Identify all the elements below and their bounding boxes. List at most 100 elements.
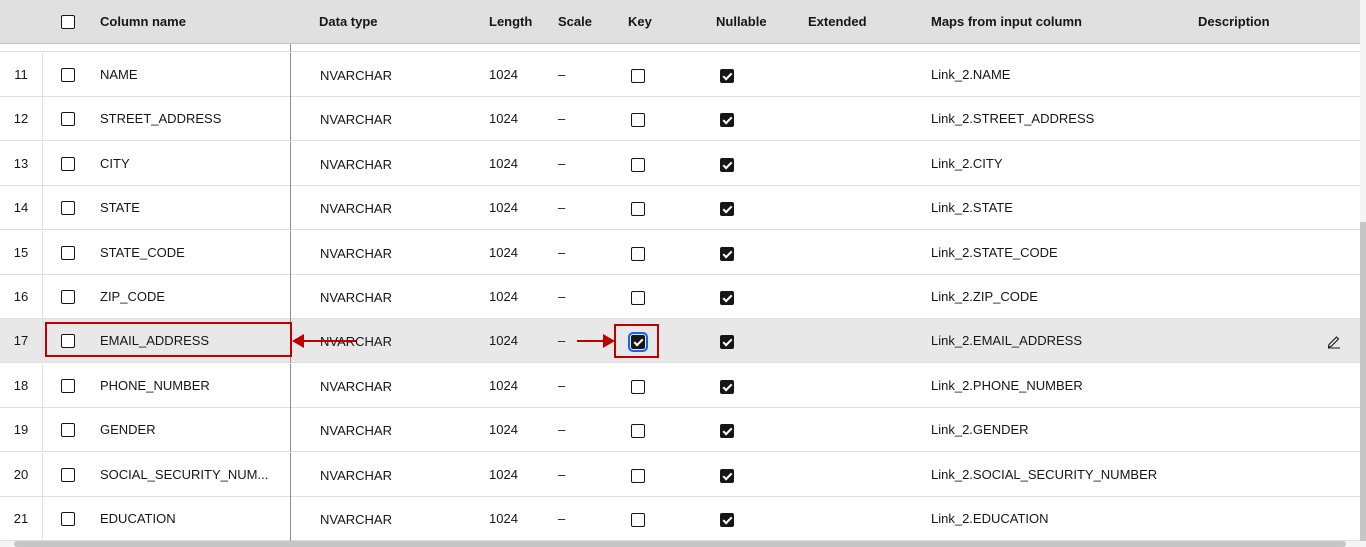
column-divider[interactable]	[290, 364, 291, 408]
length-cell[interactable]: 1024	[489, 53, 518, 97]
key-checkbox[interactable]	[631, 247, 645, 261]
data-type-cell[interactable]: NVARCHAR	[320, 320, 392, 364]
column-divider[interactable]	[290, 231, 291, 275]
table-row[interactable]: 11 NAME NVARCHAR 1024 – Link_2.NAME	[0, 53, 1360, 97]
column-divider[interactable]	[290, 44, 291, 52]
maps-from-cell[interactable]: Link_2.STATE	[931, 186, 1013, 230]
column-name-cell[interactable]: EMAIL_ADDRESS	[100, 319, 209, 363]
maps-from-cell[interactable]: Link_2.EMAIL_ADDRESS	[931, 319, 1082, 363]
scale-cell[interactable]: –	[558, 231, 565, 275]
column-name-cell[interactable]: GENDER	[100, 408, 156, 452]
key-checkbox[interactable]	[631, 158, 645, 172]
data-type-cell[interactable]: NVARCHAR	[320, 98, 392, 142]
maps-from-cell[interactable]: Link_2.SOCIAL_SECURITY_NUMBER	[931, 453, 1157, 497]
header-description[interactable]: Description	[1198, 0, 1270, 44]
row-select-checkbox[interactable]	[61, 290, 75, 304]
table-row[interactable]: 13 CITY NVARCHAR 1024 – Link_2.CITY	[0, 142, 1360, 186]
scale-cell[interactable]: –	[558, 142, 565, 186]
maps-from-cell[interactable]: Link_2.PHONE_NUMBER	[931, 364, 1083, 408]
column-divider[interactable]	[290, 319, 291, 363]
nullable-checkbox[interactable]	[720, 424, 734, 438]
key-checkbox[interactable]	[631, 380, 645, 394]
nullable-checkbox[interactable]	[720, 513, 734, 527]
header-extended[interactable]: Extended	[808, 0, 867, 44]
length-cell[interactable]: 1024	[489, 275, 518, 319]
column-name-cell[interactable]: CITY	[100, 142, 130, 186]
scale-cell[interactable]: –	[558, 275, 565, 319]
maps-from-cell[interactable]: Link_2.EDUCATION	[931, 497, 1049, 541]
nullable-checkbox[interactable]	[720, 113, 734, 127]
key-checkbox[interactable]	[631, 424, 645, 438]
data-type-cell[interactable]: NVARCHAR	[320, 498, 392, 541]
header-nullable[interactable]: Nullable	[716, 0, 767, 44]
scale-cell[interactable]: –	[558, 53, 565, 97]
horizontal-scrollbar-thumb[interactable]	[14, 541, 1346, 547]
key-checkbox[interactable]	[631, 291, 645, 305]
data-type-cell[interactable]: NVARCHAR	[320, 409, 392, 453]
length-cell[interactable]: 1024	[489, 453, 518, 497]
column-name-cell[interactable]: PHONE_NUMBER	[100, 364, 210, 408]
select-all-checkbox[interactable]	[61, 15, 75, 29]
vertical-scrollbar[interactable]	[1360, 0, 1366, 547]
column-divider[interactable]	[290, 142, 291, 186]
key-checkbox[interactable]	[631, 113, 645, 127]
horizontal-scrollbar[interactable]	[0, 541, 1360, 547]
table-row[interactable]: 12 STREET_ADDRESS NVARCHAR 1024 – Link_2.STRE…	[0, 97, 1360, 141]
row-select-checkbox[interactable]	[61, 512, 75, 526]
length-cell[interactable]: 1024	[489, 364, 518, 408]
scale-cell[interactable]: –	[558, 453, 565, 497]
maps-from-cell[interactable]: Link_2.ZIP_CODE	[931, 275, 1038, 319]
nullable-checkbox[interactable]	[720, 202, 734, 216]
nullable-checkbox[interactable]	[720, 247, 734, 261]
data-type-cell[interactable]: NVARCHAR	[320, 232, 392, 276]
nullable-checkbox[interactable]	[720, 469, 734, 483]
length-cell[interactable]: 1024	[489, 497, 518, 541]
length-cell[interactable]: 1024	[489, 186, 518, 230]
row-select-checkbox[interactable]	[61, 379, 75, 393]
row-select-checkbox[interactable]	[61, 201, 75, 215]
key-checkbox[interactable]	[631, 69, 645, 83]
scale-cell[interactable]: –	[558, 497, 565, 541]
nullable-checkbox[interactable]	[720, 335, 734, 349]
column-divider[interactable]	[290, 497, 291, 541]
maps-from-cell[interactable]: Link_2.STATE_CODE	[931, 231, 1058, 275]
table-row[interactable]: 21 EDUCATION NVARCHAR 1024 – Link_2.EDUCATION	[0, 497, 1360, 541]
length-cell[interactable]: 1024	[489, 231, 518, 275]
column-name-cell[interactable]: STREET_ADDRESS	[100, 97, 221, 141]
scale-cell[interactable]: –	[558, 186, 565, 230]
nullable-checkbox[interactable]	[720, 69, 734, 83]
column-name-cell[interactable]: EDUCATION	[100, 497, 176, 541]
column-divider[interactable]	[290, 53, 291, 97]
column-divider[interactable]	[290, 275, 291, 319]
table-row[interactable]: 14 STATE NVARCHAR 1024 – Link_2.STATE	[0, 186, 1360, 230]
row-select-checkbox[interactable]	[61, 112, 75, 126]
header-key[interactable]: Key	[628, 0, 652, 44]
header-scale[interactable]: Scale	[558, 0, 592, 44]
nullable-checkbox[interactable]	[720, 291, 734, 305]
row-select-checkbox[interactable]	[61, 334, 75, 348]
column-name-cell[interactable]: ZIP_CODE	[100, 275, 165, 319]
length-cell[interactable]: 1024	[489, 408, 518, 452]
maps-from-cell[interactable]: Link_2.STREET_ADDRESS	[931, 97, 1094, 141]
key-checkbox[interactable]	[628, 332, 648, 352]
key-checkbox[interactable]	[631, 202, 645, 216]
header-data-type[interactable]: Data type	[319, 0, 378, 44]
key-checkbox[interactable]	[631, 469, 645, 483]
header-maps-from[interactable]: Maps from input column	[931, 0, 1082, 44]
table-row[interactable]: 15 STATE_CODE NVARCHAR 1024 – Link_2.STATE_CO…	[0, 231, 1360, 275]
scale-cell[interactable]: –	[558, 408, 565, 452]
data-type-cell[interactable]: NVARCHAR	[320, 54, 392, 98]
row-select-checkbox[interactable]	[61, 157, 75, 171]
key-checkbox[interactable]	[631, 513, 645, 527]
maps-from-cell[interactable]: Link_2.NAME	[931, 53, 1010, 97]
scale-cell[interactable]: –	[558, 97, 565, 141]
length-cell[interactable]: 1024	[489, 97, 518, 141]
table-row[interactable]: 16 ZIP_CODE NVARCHAR 1024 – Link_2.ZIP_CODE	[0, 275, 1360, 319]
column-name-cell[interactable]: SOCIAL_SECURITY_NUM...	[100, 453, 268, 497]
nullable-checkbox[interactable]	[720, 380, 734, 394]
data-type-cell[interactable]: NVARCHAR	[320, 143, 392, 187]
data-type-cell[interactable]: NVARCHAR	[320, 276, 392, 320]
column-name-cell[interactable]: STATE	[100, 186, 140, 230]
row-select-checkbox[interactable]	[61, 68, 75, 82]
column-divider[interactable]	[290, 186, 291, 230]
